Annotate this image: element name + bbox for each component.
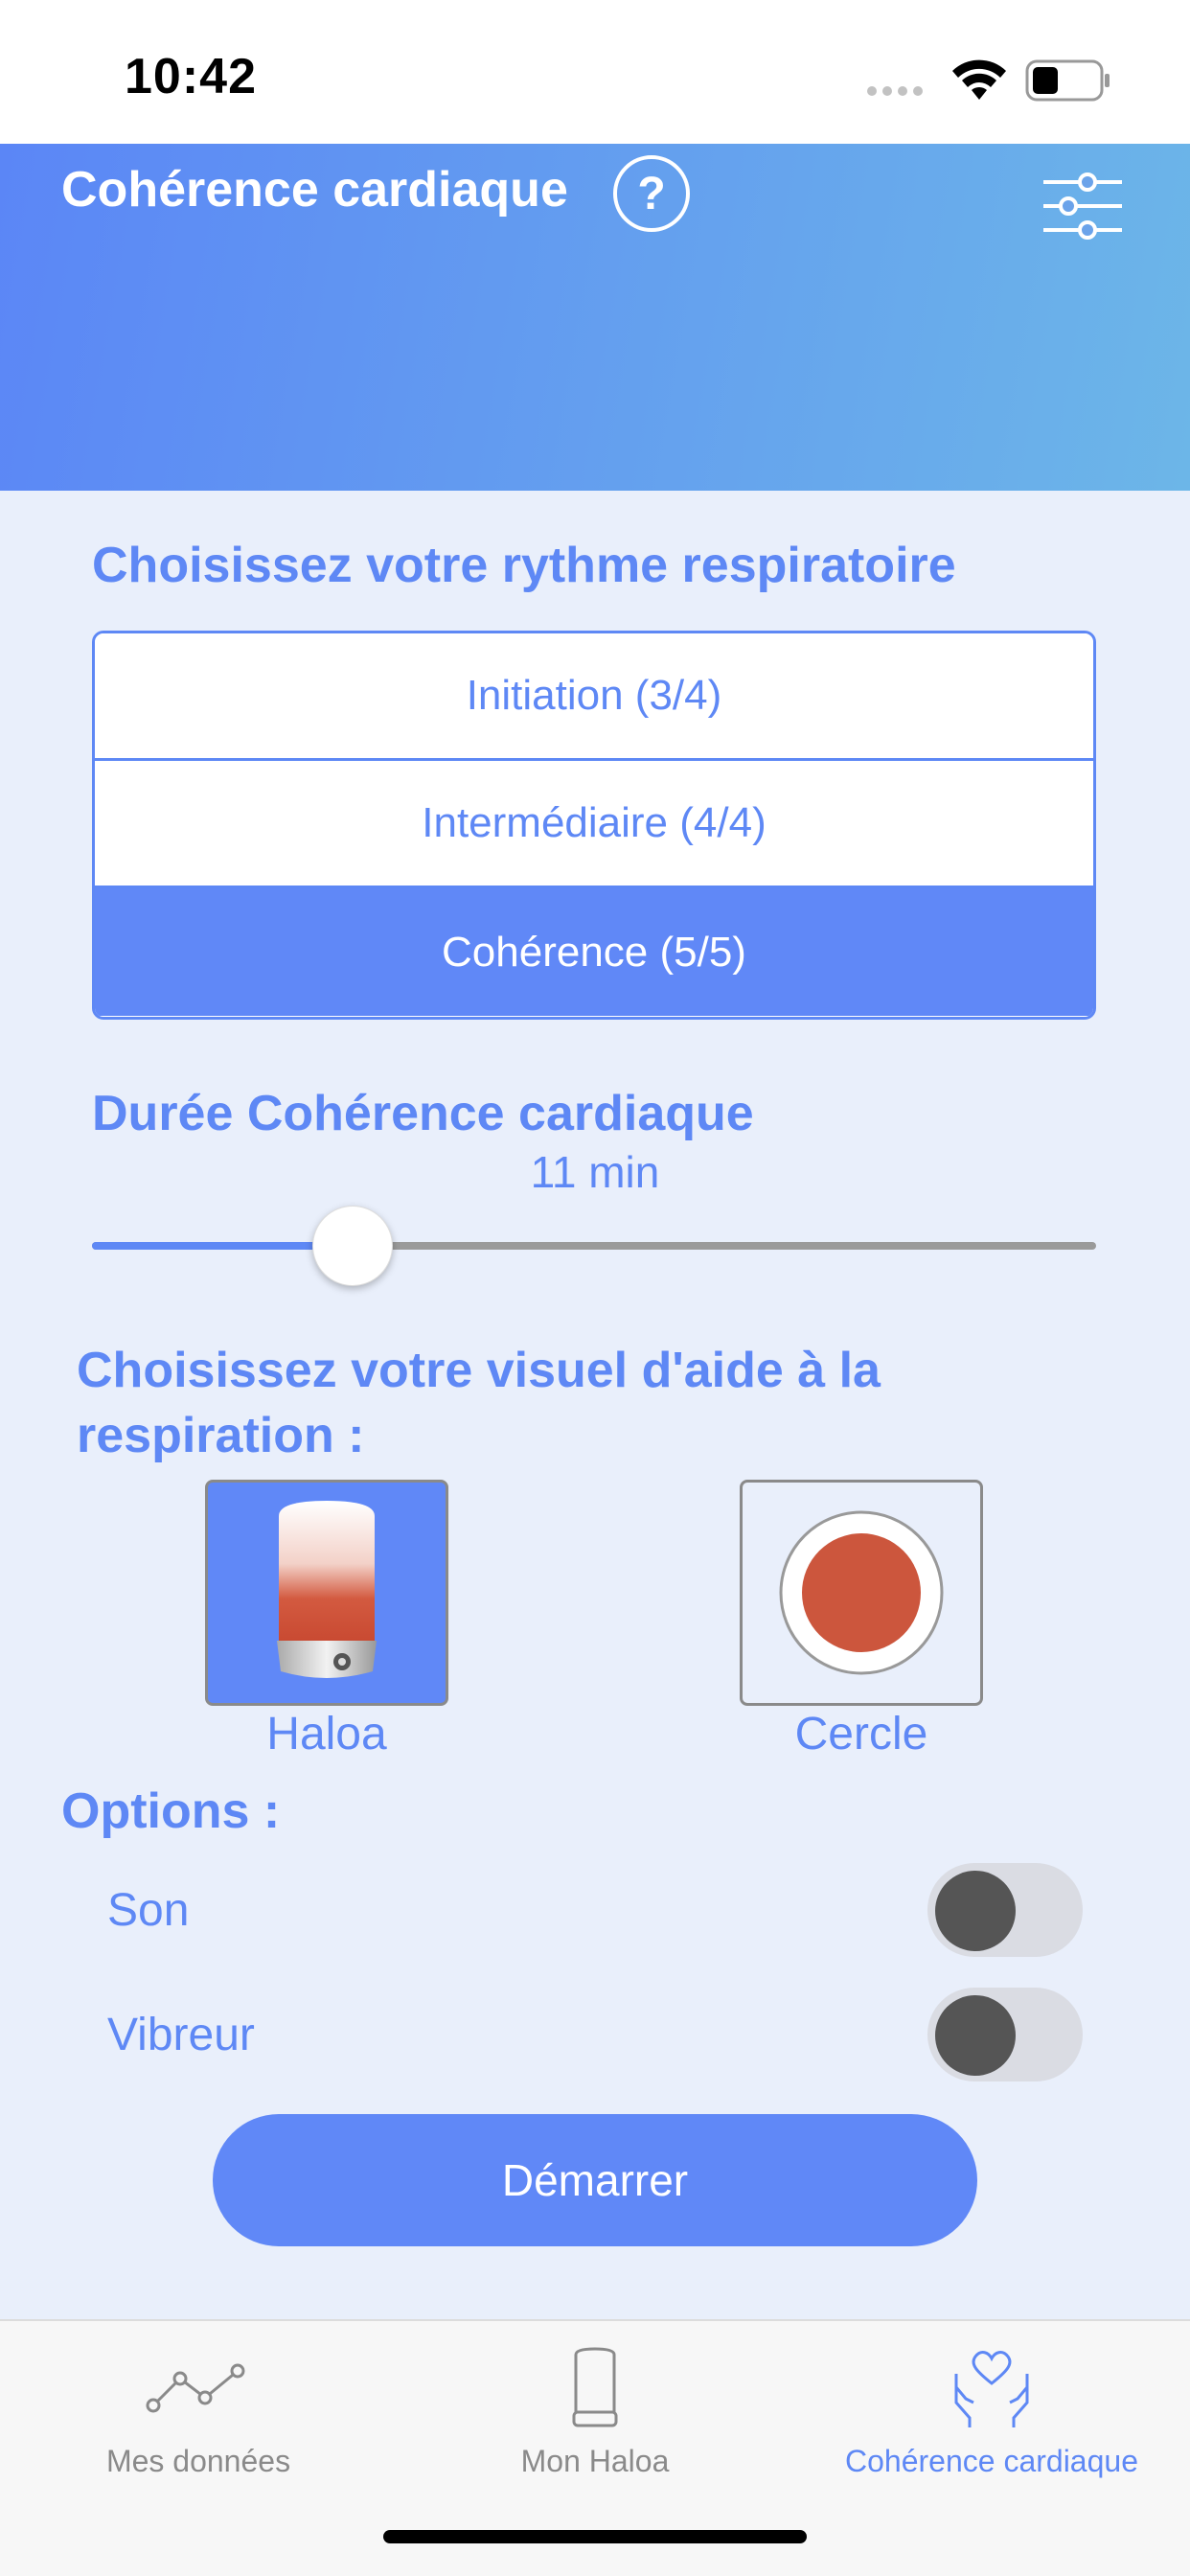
tab-mon-haloa[interactable]: Mon Haloa xyxy=(397,2340,793,2479)
rhythm-option-initiation[interactable]: Initiation (3/4) xyxy=(95,633,1093,761)
sound-label: Son xyxy=(107,1885,190,1936)
visual-option-haloa[interactable] xyxy=(205,1480,448,1706)
page-title: Cohérence cardiaque xyxy=(61,162,568,218)
status-bar: 10:42 xyxy=(0,0,1190,144)
options-section-title: Options : xyxy=(61,1783,281,1839)
wifi-icon xyxy=(952,59,1006,100)
line-graph-icon xyxy=(146,2363,245,2413)
rhythm-segmented-control: Initiation (3/4) Intermédiaire (4/4) Coh… xyxy=(92,631,1096,1020)
start-button[interactable]: Démarrer xyxy=(213,2114,977,2246)
tab-label: Mes données xyxy=(105,2444,291,2478)
rhythm-section-title: Choisissez votre rythme respiratoire xyxy=(92,538,956,593)
duration-slider-thumb[interactable] xyxy=(312,1206,394,1286)
vibration-toggle-knob xyxy=(935,1995,1016,2076)
device-icon xyxy=(572,2347,618,2427)
sound-toggle[interactable] xyxy=(927,1863,1083,1957)
rhythm-option-coherence[interactable]: Cohérence (5/5) xyxy=(95,888,1093,1016)
visual-label-cercle: Cercle xyxy=(794,1709,928,1760)
tab-coherence-cardiaque[interactable]: Cohérence cardiaque xyxy=(793,2340,1190,2479)
tab-mes-donnees[interactable]: Mes données xyxy=(0,2340,397,2479)
visual-title-line-1: Choisissez votre visuel d'aide à la xyxy=(77,1343,881,1398)
vibration-toggle[interactable] xyxy=(927,1988,1083,2082)
visual-title-line-2: respiration : xyxy=(77,1408,365,1463)
tab-label: Mon Haloa xyxy=(520,2444,670,2478)
home-indicator xyxy=(383,2530,807,2543)
vibration-label: Vibreur xyxy=(107,2010,255,2060)
visual-label-haloa: Haloa xyxy=(266,1709,387,1760)
duration-section-title: Durée Cohérence cardiaque xyxy=(92,1086,754,1141)
duration-slider-track[interactable] xyxy=(92,1242,1096,1250)
haloa-lamp-icon xyxy=(277,1501,377,1678)
circle-visual-icon xyxy=(779,1510,944,1675)
visual-option-cercle[interactable] xyxy=(740,1480,983,1706)
battery-icon xyxy=(1025,59,1110,102)
duration-value: 11 min xyxy=(530,1147,660,1197)
tab-label: Cohérence cardiaque xyxy=(845,2444,1138,2478)
rhythm-option-intermediaire[interactable]: Intermédiaire (4/4) xyxy=(95,761,1093,888)
settings-sliders-icon[interactable] xyxy=(1040,163,1126,249)
cellular-signal-icon xyxy=(867,86,923,96)
heart-hands-icon xyxy=(954,2351,1029,2427)
status-time: 10:42 xyxy=(125,49,257,104)
sound-toggle-knob xyxy=(935,1871,1016,1951)
visual-section-title: Choisissez votre visuel d'aide à la resp… xyxy=(77,1338,881,1468)
help-button[interactable]: ? xyxy=(613,155,690,232)
header-banner: Cohérence cardiaque ? xyxy=(0,144,1190,491)
